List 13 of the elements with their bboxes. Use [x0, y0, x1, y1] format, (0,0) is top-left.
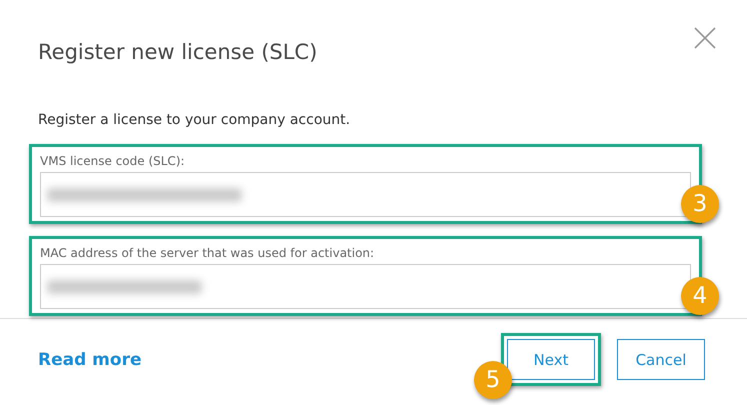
dialog-title: Register new license (SLC): [38, 40, 318, 66]
read-more-link[interactable]: Read more: [38, 350, 142, 370]
description-text: Register a license to your company account.: [38, 112, 352, 128]
dialog-button[interactable]: Next: [507, 339, 595, 380]
dialog-button[interactable]: Cancel: [617, 339, 705, 380]
callout-badge: 3: [681, 185, 719, 223]
field-label: VMS license code (SLC):: [40, 154, 186, 168]
close-icon[interactable]: [693, 26, 717, 50]
callout-badge: 4: [681, 277, 719, 315]
input-field[interactable]: [40, 264, 691, 309]
input-field[interactable]: [40, 172, 691, 217]
callout-badge: 5: [474, 361, 512, 399]
field-label: MAC address of the server that was used for activation:: [40, 246, 376, 260]
